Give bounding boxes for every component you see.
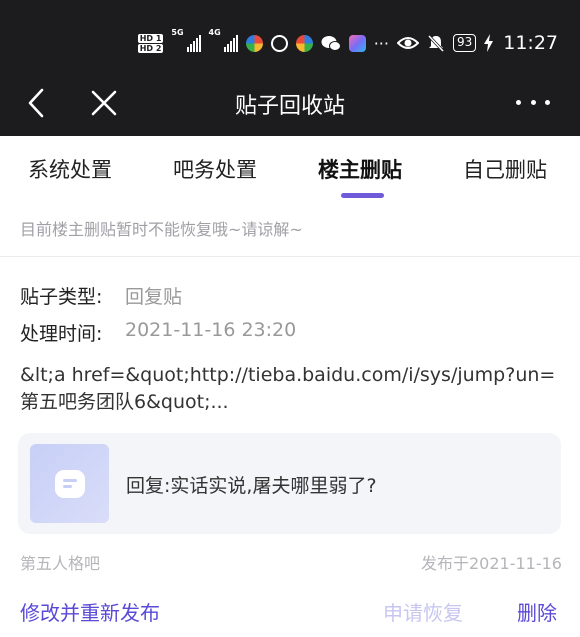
charging-icon — [484, 34, 494, 52]
edit-and-republish-button[interactable]: 修改并重新发布 — [20, 597, 160, 626]
handled-time-label: 处理时间: — [20, 323, 103, 345]
delete-button[interactable]: 删除 — [517, 597, 557, 626]
divider — [0, 256, 580, 257]
signal-icon — [223, 34, 238, 52]
network-4g-label: 4G — [208, 28, 221, 37]
tab-bar: 系统处置 吧务处置 楼主删贴 自己删贴 — [0, 136, 580, 208]
quoted-thread-title: 回复:实话实说,屠夫哪里弱了? — [126, 475, 377, 497]
post-content: &lt;a href=&quot;http://tieba.baidu.com/… — [20, 362, 565, 416]
app-icon — [295, 34, 313, 52]
navigation-bar: 贴子回收站 — [0, 70, 580, 136]
battery-icon: 93 — [452, 34, 477, 52]
sim2-label: HD 2 — [137, 43, 164, 53]
more-dots-icon: ··· — [373, 33, 389, 53]
post-type-label: 贴子类型: — [20, 286, 103, 308]
active-tab-indicator — [341, 193, 384, 198]
status-bar: HD 1 HD 2 5G 4G ··· 93 11:27 — [0, 0, 580, 70]
sim1-label: HD 1 — [137, 33, 164, 43]
sim-indicator: HD 1 HD 2 — [137, 33, 164, 53]
page-title: 贴子回收站 — [234, 94, 345, 119]
network-5g-label: 5G — [171, 28, 184, 37]
post-content-line: 第五吧务团队6&quot;... — [20, 391, 229, 413]
clock: 11:27 — [503, 32, 558, 54]
app-icon — [245, 34, 263, 52]
signal-icon — [186, 34, 201, 52]
app-icon — [348, 34, 366, 52]
mute-icon — [427, 34, 445, 52]
circle-icon — [270, 34, 288, 52]
post-type-value: 回复贴 — [125, 286, 183, 308]
forum-name[interactable]: 第五人格吧 — [20, 550, 100, 574]
handled-time-value: 2021-11-16 23:20 — [125, 319, 297, 341]
tab-self-deleted[interactable]: 自己删贴 — [463, 154, 547, 184]
status-icons: HD 1 HD 2 5G 4G ··· 93 11:27 — [137, 28, 558, 58]
eye-icon — [396, 37, 419, 49]
request-restore-button[interactable]: 申请恢复 — [383, 597, 463, 626]
post-content-line: &lt;a href=&quot;http://tieba.baidu.com/… — [20, 364, 556, 386]
notice-text: 目前楼主删贴暂时不能恢复哦~请谅解~ — [20, 220, 303, 239]
thread-thumbnail — [30, 444, 109, 523]
quoted-thread-card[interactable]: 回复:实话实说,屠夫哪里弱了? — [18, 433, 561, 534]
tab-admin-handling[interactable]: 吧务处置 — [173, 154, 257, 184]
more-dots-icon[interactable] — [516, 94, 550, 110]
published-date: 发布于2021-11-16 — [421, 554, 562, 573]
comment-icon — [54, 469, 85, 498]
tab-op-deleted[interactable]: 楼主删贴 — [318, 154, 402, 184]
tab-system-handling[interactable]: 系统处置 — [28, 154, 112, 184]
wechat-icon — [321, 35, 341, 51]
